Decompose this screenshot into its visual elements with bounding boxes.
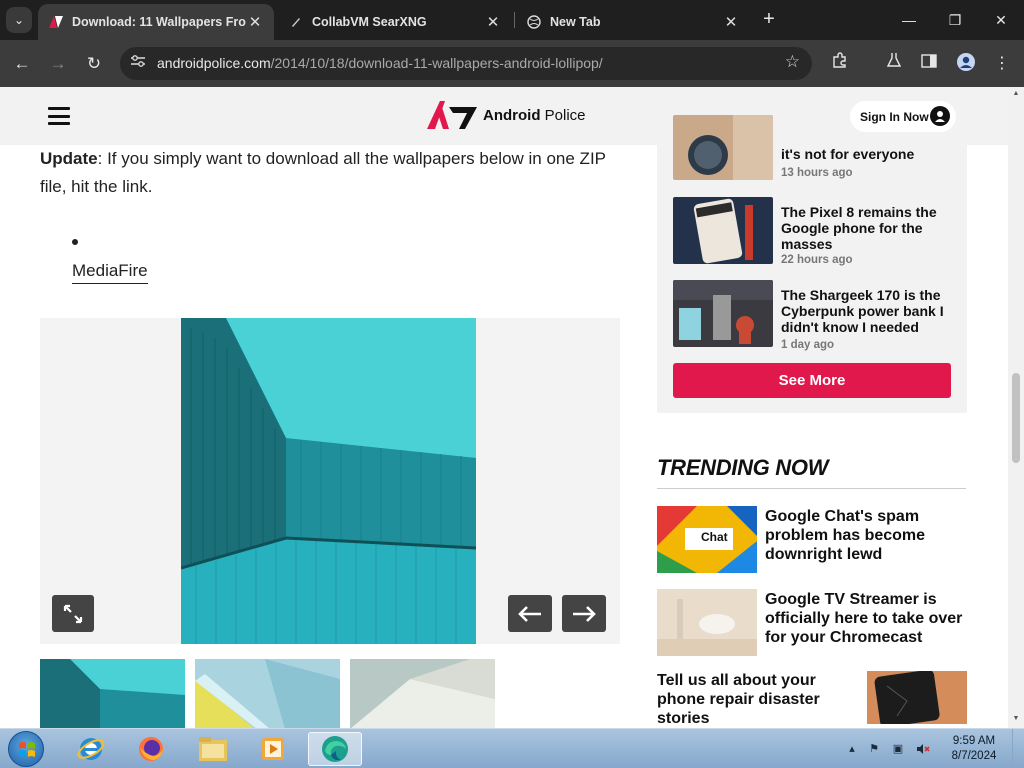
tab-title: Download: 11 Wallpapers From <box>72 15 246 29</box>
site-info-icon[interactable] <box>128 53 148 73</box>
volume-muted-icon[interactable] <box>916 743 930 755</box>
scrollbar-thumb[interactable] <box>1012 373 1020 463</box>
firefox-taskbar-icon[interactable] <box>124 732 178 766</box>
show-desktop-button[interactable] <box>1012 729 1024 768</box>
article-title[interactable]: it's not for everyone <box>781 146 953 162</box>
hamburger-menu-icon[interactable] <box>48 107 70 125</box>
network-icon[interactable]: ▣ <box>892 743 904 755</box>
extensions-puzzle-icon[interactable] <box>828 52 852 76</box>
searxng-favicon-icon <box>288 14 304 30</box>
gallery-next-button[interactable] <box>562 595 606 632</box>
page-scrollbar[interactable]: ▲ ▼ <box>1008 87 1024 728</box>
user-avatar-icon <box>930 106 950 126</box>
new-tab-plus-icon[interactable]: + <box>758 8 780 30</box>
article-thumbnail[interactable] <box>673 197 773 264</box>
address-bar[interactable]: androidpolice.com/2014/10/18/download-11… <box>120 47 812 80</box>
tab-collabvm-searxng[interactable]: CollabVM SearXNG ✕ <box>278 4 512 40</box>
scroll-down-arrow-icon[interactable]: ▼ <box>1011 714 1021 724</box>
show-hidden-icons-icon[interactable]: ▴ <box>846 743 858 755</box>
close-tab-icon[interactable]: ✕ <box>246 13 264 31</box>
reload-icon[interactable]: ↻ <box>82 52 106 76</box>
divider <box>657 488 966 489</box>
close-tab-icon[interactable]: ✕ <box>722 13 740 31</box>
latest-news-box: it's not for everyone 13 hours ago The P… <box>657 115 967 413</box>
site-header: Android Police Sign In Now <box>0 87 1008 145</box>
tab-divider <box>514 12 515 28</box>
tab-search-button[interactable]: ⌄ <box>6 7 32 33</box>
gallery-thumbnail-1[interactable] <box>40 659 185 728</box>
article-thumbnail[interactable] <box>673 280 773 347</box>
close-window-icon[interactable]: ✕ <box>986 8 1016 32</box>
expand-arrows-icon <box>63 604 83 623</box>
wallpaper-gallery <box>40 318 620 644</box>
close-tab-icon[interactable]: ✕ <box>484 13 502 31</box>
list-bullet <box>72 239 78 245</box>
browser-toolbar: ← → ↻ androidpolice.com/2014/10/18/downl… <box>0 40 1024 87</box>
start-button[interactable] <box>8 731 44 767</box>
trending-heading: TRENDING NOW <box>657 455 829 480</box>
forward-arrow-icon[interactable]: → <box>46 52 70 76</box>
minimize-window-icon[interactable]: — <box>894 8 924 32</box>
scroll-up-arrow-icon[interactable]: ▲ <box>1011 89 1021 99</box>
article-time: 13 hours ago <box>781 167 853 179</box>
internet-explorer-taskbar-icon[interactable] <box>64 732 118 766</box>
android-police-logo-mark-icon <box>427 101 477 129</box>
arrow-left-icon <box>518 605 541 622</box>
windows-logo-icon <box>19 742 35 757</box>
article-title[interactable]: The Pixel 8 remains the Google phone for… <box>781 204 953 252</box>
chat-thumb-label: Chat <box>701 530 728 544</box>
system-clock[interactable]: 9:59 AM 8/7/2024 <box>944 734 1004 764</box>
media-player-taskbar-icon[interactable] <box>246 732 300 766</box>
edge-taskbar-icon[interactable] <box>308 732 362 766</box>
tab-download-wallpapers[interactable]: Download: 11 Wallpapers From ✕ <box>38 4 274 40</box>
gallery-thumbnail-3[interactable] <box>350 659 495 728</box>
labs-flask-icon[interactable] <box>882 52 906 76</box>
android-police-logo[interactable]: Android Police <box>425 99 586 131</box>
profile-avatar-icon[interactable] <box>954 52 978 76</box>
article-title[interactable]: Google Chat's spam problem has become do… <box>765 507 965 564</box>
article-title[interactable]: Google TV Streamer is officially here to… <box>765 590 965 647</box>
side-panel-icon[interactable] <box>917 52 941 76</box>
article-body: Update: If you simply want to download a… <box>40 145 620 284</box>
action-center-flag-icon[interactable]: ⚑ <box>868 743 880 755</box>
chevron-down-icon: ⌄ <box>13 13 25 27</box>
clock-date: 8/7/2024 <box>951 750 997 762</box>
sign-in-button[interactable]: Sign In Now <box>850 101 956 132</box>
article-thumbnail[interactable]: Chat <box>657 506 757 573</box>
tab-new-tab[interactable]: New Tab ✕ <box>516 4 750 40</box>
tab-title: CollabVM SearXNG <box>312 15 427 29</box>
bookmark-star-icon[interactable]: ☆ <box>785 52 800 72</box>
article-title[interactable]: The Shargeek 170 is the Cyberpunk power … <box>781 287 953 335</box>
browser-tab-strip: ⌄ Download: 11 Wallpapers From ✕ CollabV… <box>0 0 1024 40</box>
restore-window-icon[interactable]: ❐ <box>940 8 970 32</box>
article-time: 22 hours ago <box>781 254 853 266</box>
article-time: 1 day ago <box>781 339 835 351</box>
update-paragraph: Update: If you simply want to download a… <box>40 149 606 196</box>
fullscreen-expand-button[interactable] <box>52 595 94 632</box>
file-explorer-taskbar-icon[interactable] <box>186 732 240 766</box>
arrow-right-icon <box>573 605 596 622</box>
web-page: Android Police Sign In Now Update: If yo… <box>0 87 1008 728</box>
article-thumbnail[interactable] <box>673 115 773 180</box>
gallery-thumbnail-2[interactable] <box>195 659 340 728</box>
article-title[interactable]: Tell us all about your phone repair disa… <box>657 671 847 728</box>
see-more-button[interactable]: See More <box>673 363 951 398</box>
sign-in-label: Sign In Now <box>860 109 929 124</box>
gallery-main-image[interactable] <box>181 318 476 644</box>
url-text: androidpolice.com/2014/10/18/download-11… <box>157 55 603 71</box>
globe-icon <box>526 14 542 30</box>
gallery-previous-button[interactable] <box>508 595 552 632</box>
back-arrow-icon[interactable]: ← <box>10 52 34 76</box>
clock-time: 9:59 AM <box>952 735 996 747</box>
windows-taskbar: ▴ ⚑ ▣ 9:59 AM 8/7/2024 <box>0 728 1024 768</box>
mediafire-link[interactable]: MediaFire <box>72 261 148 284</box>
tab-title: New Tab <box>550 15 601 29</box>
androidpolice-favicon-icon <box>48 14 64 30</box>
browser-menu-icon[interactable]: ⋮ <box>990 52 1014 76</box>
article-thumbnail[interactable] <box>657 589 757 656</box>
article-thumbnail[interactable] <box>867 671 967 724</box>
